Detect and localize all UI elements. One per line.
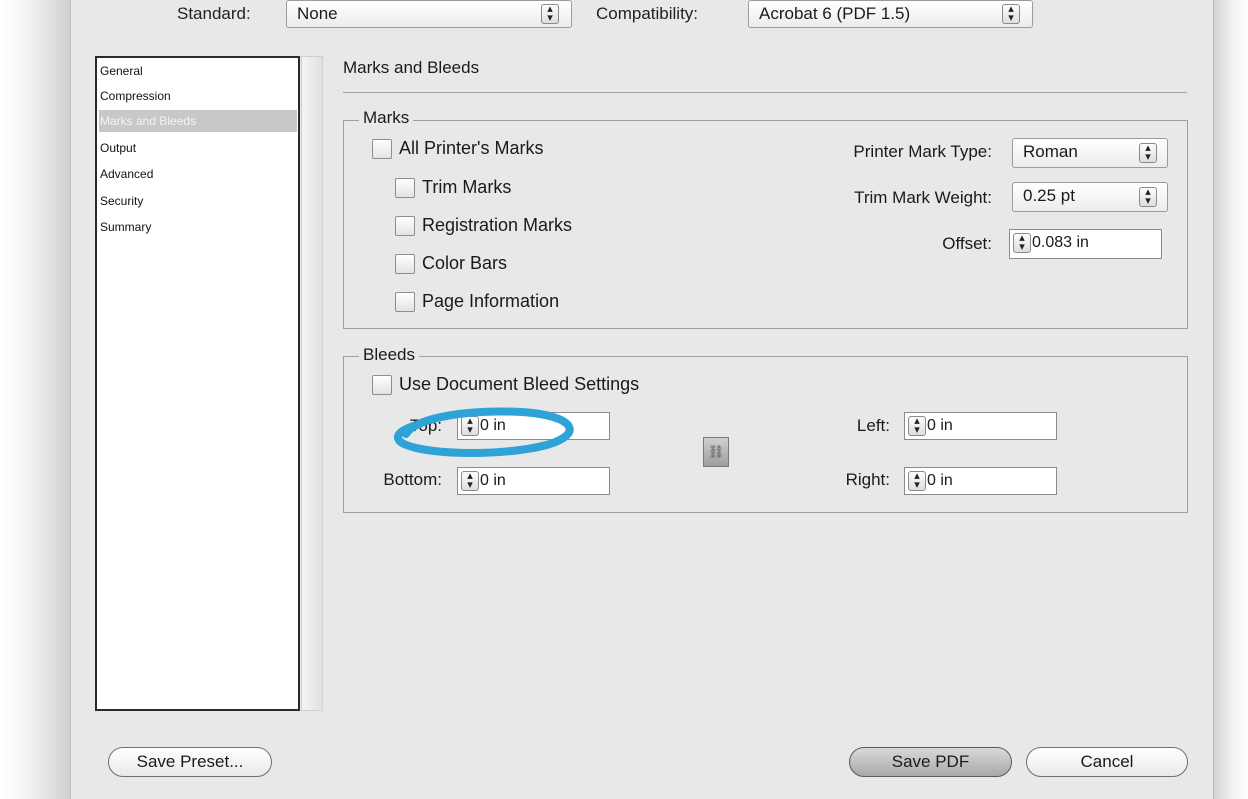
left-bleed-field[interactable]: ▴ ▾ 0 in	[904, 412, 1057, 440]
sidebar-item-general[interactable]: General	[99, 60, 297, 82]
right-label: Right:	[845, 470, 890, 489]
standard-popup[interactable]: None ▴ ▾	[286, 0, 572, 28]
offset-label: Offset:	[942, 234, 992, 253]
trim-marks-checkbox[interactable]	[395, 178, 415, 198]
sidebar-item-security[interactable]: Security	[99, 190, 297, 212]
trim-marks-label: Trim Marks	[422, 177, 512, 197]
printer-mark-type-label: Printer Mark Type:	[853, 142, 992, 161]
bottom-label: Bottom:	[383, 470, 442, 489]
all-printers-marks-label: All Printer's Marks	[399, 138, 544, 158]
marks-group-label: Marks	[359, 108, 414, 128]
up-down-arrows-icon[interactable]: ▴ ▾	[908, 471, 926, 491]
color-bars-label: Color Bars	[422, 253, 508, 273]
page-information-label: Page Information	[422, 291, 560, 311]
all-printers-marks-checkbox[interactable]	[372, 139, 392, 159]
up-down-arrows-icon[interactable]: ▴ ▾	[908, 416, 926, 436]
right-bleed-value: 0 in	[927, 472, 953, 489]
window-edge-left	[0, 0, 70, 799]
color-bars-checkbox[interactable]	[395, 254, 415, 274]
left-label: Left:	[856, 416, 890, 435]
chain-link-icon[interactable]: ⛓	[703, 437, 729, 467]
cancel-button[interactable]: Cancel	[1026, 747, 1188, 777]
printer-mark-type-popup[interactable]: Roman ▴ ▾	[1012, 138, 1168, 168]
save-preset-button[interactable]: Save Preset...	[108, 747, 272, 777]
bottom-bleed-field[interactable]: ▴ ▾ 0 in	[457, 467, 610, 495]
up-down-arrows-icon: ▴ ▾	[1002, 4, 1020, 24]
save-pdf-button[interactable]: Save PDF	[849, 747, 1012, 777]
up-down-arrows-icon: ▴ ▾	[1139, 143, 1157, 163]
left-bleed-value: 0 in	[927, 417, 953, 434]
category-list[interactable]: General Compression Marks and Bleeds Out…	[95, 56, 300, 711]
bleeds-group-label: Bleeds	[359, 345, 419, 365]
offset-value: 0.083 in	[1032, 234, 1089, 251]
trim-mark-weight-popup[interactable]: 0.25 pt ▴ ▾	[1012, 182, 1168, 212]
sidebar-item-marks-and-bleeds[interactable]: Marks and Bleeds	[99, 110, 297, 132]
window-edge-right	[1212, 0, 1248, 799]
sidebar-item-summary[interactable]: Summary	[99, 216, 297, 238]
bottom-bleed-value: 0 in	[480, 472, 506, 489]
registration-marks-checkbox[interactable]	[395, 216, 415, 236]
annotation-circle	[394, 407, 574, 457]
trim-mark-weight-value: 0.25 pt	[1023, 186, 1075, 205]
sidebar-item-advanced[interactable]: Advanced	[99, 163, 297, 185]
compatibility-label: Compatibility:	[596, 4, 699, 23]
title-divider	[343, 92, 1187, 93]
compatibility-popup-value: Acrobat 6 (PDF 1.5)	[759, 4, 911, 23]
sidebar-item-compression[interactable]: Compression	[99, 85, 297, 107]
list-scrollbar[interactable]	[301, 56, 323, 711]
up-down-arrows-icon: ▴ ▾	[1139, 187, 1157, 207]
standard-label: Standard:	[177, 4, 251, 23]
offset-field[interactable]: ▴ ▾ 0.083 in	[1009, 229, 1162, 259]
up-down-arrows-icon[interactable]: ▴ ▾	[461, 471, 479, 491]
trim-mark-weight-label: Trim Mark Weight:	[854, 188, 992, 207]
use-document-bleed-checkbox[interactable]	[372, 375, 392, 395]
up-down-arrows-icon: ▴ ▾	[541, 4, 559, 24]
standard-popup-value: None	[297, 4, 338, 23]
page-information-checkbox[interactable]	[395, 292, 415, 312]
registration-marks-label: Registration Marks	[422, 215, 573, 235]
use-document-bleed-label: Use Document Bleed Settings	[399, 374, 640, 394]
right-bleed-field[interactable]: ▴ ▾ 0 in	[904, 467, 1057, 495]
printer-mark-type-value: Roman	[1023, 142, 1078, 161]
up-down-arrows-icon[interactable]: ▴ ▾	[1013, 233, 1031, 253]
panel-title: Marks and Bleeds	[343, 58, 480, 77]
compatibility-popup[interactable]: Acrobat 6 (PDF 1.5) ▴ ▾	[748, 0, 1033, 28]
sidebar-item-output[interactable]: Output	[99, 137, 297, 159]
